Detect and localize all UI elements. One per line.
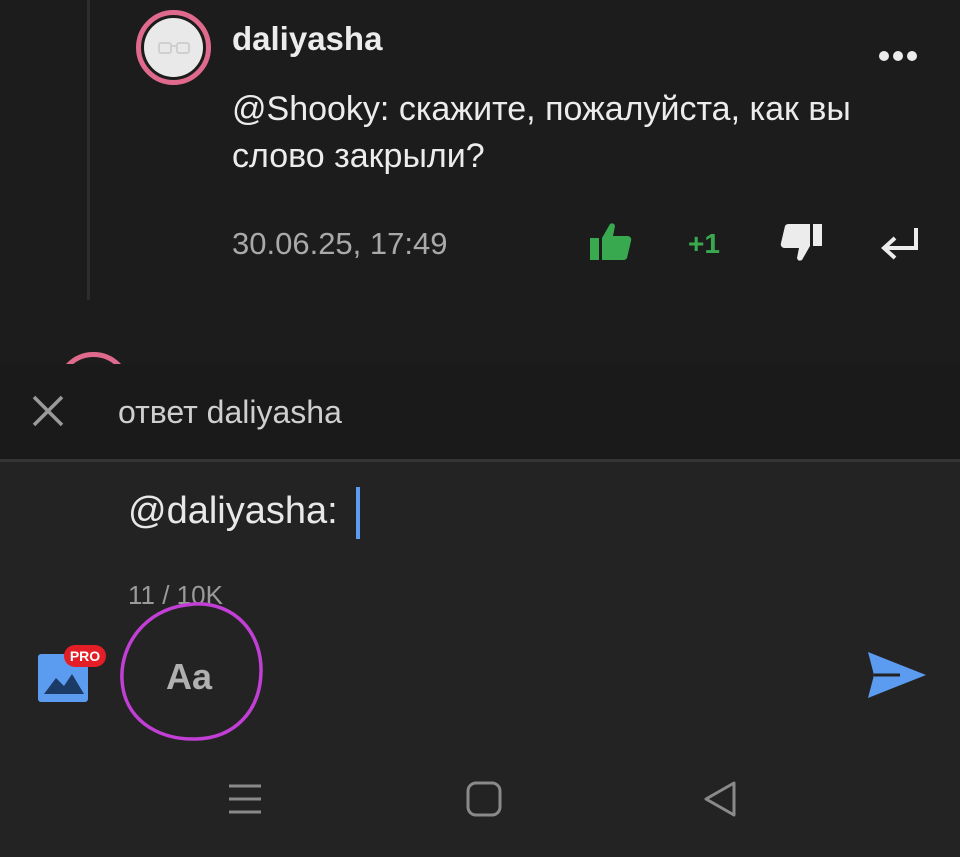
avatar[interactable] xyxy=(136,10,211,85)
back-icon[interactable] xyxy=(700,779,740,819)
annotation-circle xyxy=(120,602,263,741)
reply-arrow-icon[interactable] xyxy=(878,222,922,266)
reply-input[interactable]: @daliyasha: xyxy=(128,490,338,533)
close-icon[interactable] xyxy=(30,393,66,429)
reply-to-label: ответ daliyasha xyxy=(118,394,342,430)
comment-score: +1 xyxy=(688,228,720,259)
thread-line xyxy=(87,0,90,300)
home-icon[interactable] xyxy=(465,780,503,818)
comment-text: @Shooky: скажите, пожалуйста, как вы сло… xyxy=(232,90,851,175)
comment-username[interactable]: daliyasha xyxy=(232,20,382,58)
glasses-icon xyxy=(158,42,190,54)
comment-timestamp: 30.06.25, 17:49 xyxy=(232,226,448,261)
thumbs-up-icon[interactable] xyxy=(588,220,634,264)
thumbs-down-icon[interactable] xyxy=(778,220,824,264)
pro-badge: PRO xyxy=(64,645,106,667)
menu-icon[interactable] xyxy=(226,780,264,818)
send-icon[interactable] xyxy=(866,650,928,700)
comment-area: daliyasha @Shooky: скажите, пожалуйста, … xyxy=(0,0,960,364)
more-horizontal-icon[interactable] xyxy=(876,40,920,70)
text-cursor xyxy=(356,487,360,539)
next-comment-avatar xyxy=(56,352,131,364)
